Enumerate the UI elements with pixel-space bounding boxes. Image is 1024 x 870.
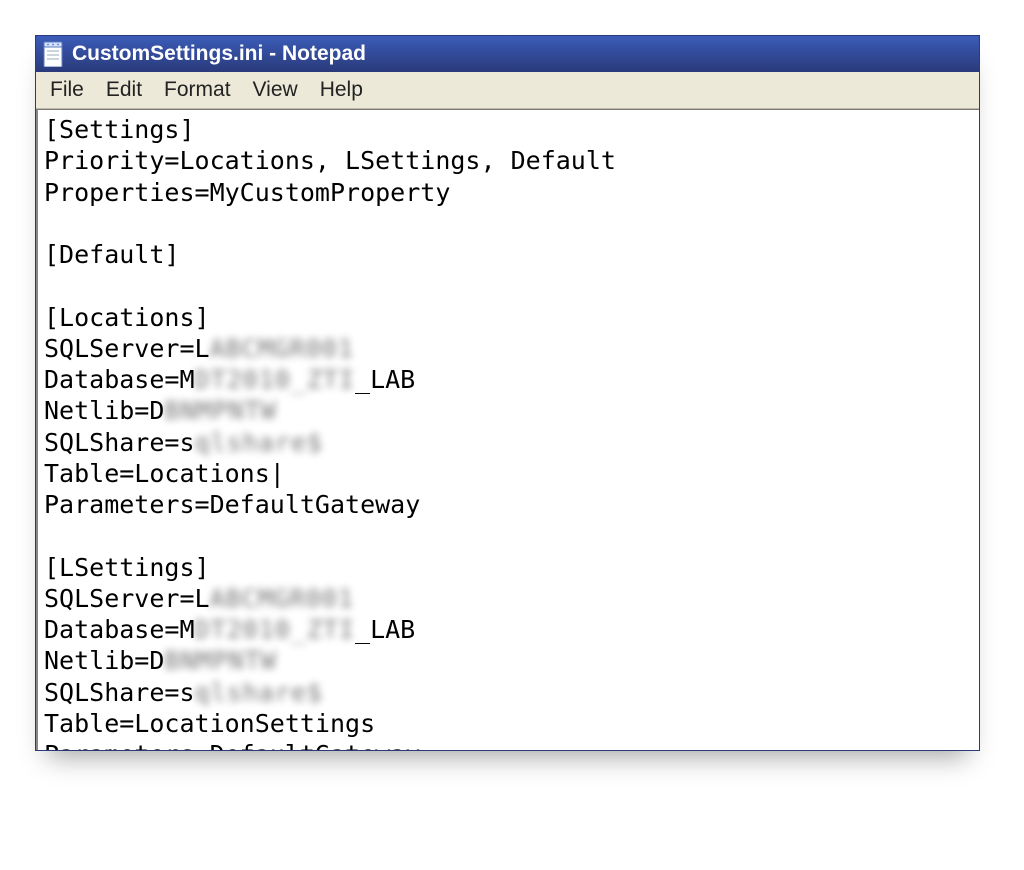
menubar: File Edit Format View Help (36, 72, 979, 109)
menu-format[interactable]: Format (156, 75, 245, 105)
editor-container: [Settings] Priority=Locations, LSettings… (36, 109, 979, 750)
notepad-icon (42, 41, 64, 67)
notepad-window: CustomSettings.ini - Notepad File Edit F… (35, 35, 980, 751)
titlebar: CustomSettings.ini - Notepad (36, 36, 979, 72)
menu-help[interactable]: Help (312, 75, 377, 105)
window-title: CustomSettings.ini - Notepad (72, 42, 366, 66)
menu-edit[interactable]: Edit (98, 75, 156, 105)
menu-view[interactable]: View (245, 75, 312, 105)
menu-file[interactable]: File (42, 75, 98, 105)
text-editor[interactable]: [Settings] Priority=Locations, LSettings… (36, 110, 979, 750)
